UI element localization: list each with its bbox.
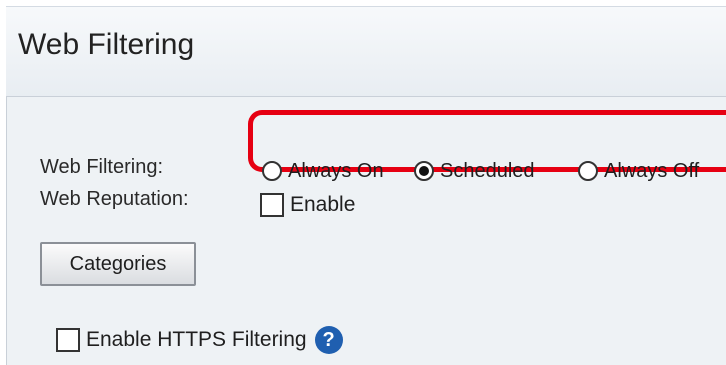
help-icon[interactable]: ? bbox=[314, 326, 343, 354]
web-filtering-page: Web Filtering Web Filtering: Always On S… bbox=[0, 0, 726, 365]
https-filtering-label: Enable HTTPS Filtering bbox=[86, 328, 307, 351]
radio-scheduled-label: Scheduled bbox=[440, 159, 535, 182]
radio-always-on-label: Always On bbox=[288, 159, 384, 182]
page-title: Web Filtering bbox=[18, 28, 195, 61]
radio-always-on-circle[interactable] bbox=[262, 161, 282, 181]
https-filtering-checkbox[interactable] bbox=[56, 328, 80, 352]
radio-scheduled[interactable]: Scheduled bbox=[414, 158, 535, 184]
radio-always-off[interactable]: Always Off bbox=[578, 158, 699, 184]
radio-always-on[interactable]: Always On bbox=[262, 158, 384, 184]
web-reputation-enable[interactable]: Enable bbox=[260, 193, 355, 217]
web-reputation-enable-label: Enable bbox=[290, 193, 356, 216]
radio-scheduled-circle[interactable] bbox=[414, 161, 434, 181]
web-reputation-label: Web Reputation: bbox=[40, 188, 189, 210]
https-filtering-enable[interactable]: Enable HTTPS Filtering ? bbox=[56, 326, 343, 354]
web-reputation-checkbox[interactable] bbox=[260, 193, 284, 217]
radio-always-off-circle[interactable] bbox=[578, 161, 598, 181]
categories-button[interactable]: Categories bbox=[40, 242, 196, 286]
radio-always-off-label: Always Off bbox=[604, 159, 700, 182]
web-filtering-label: Web Filtering: bbox=[40, 156, 164, 178]
